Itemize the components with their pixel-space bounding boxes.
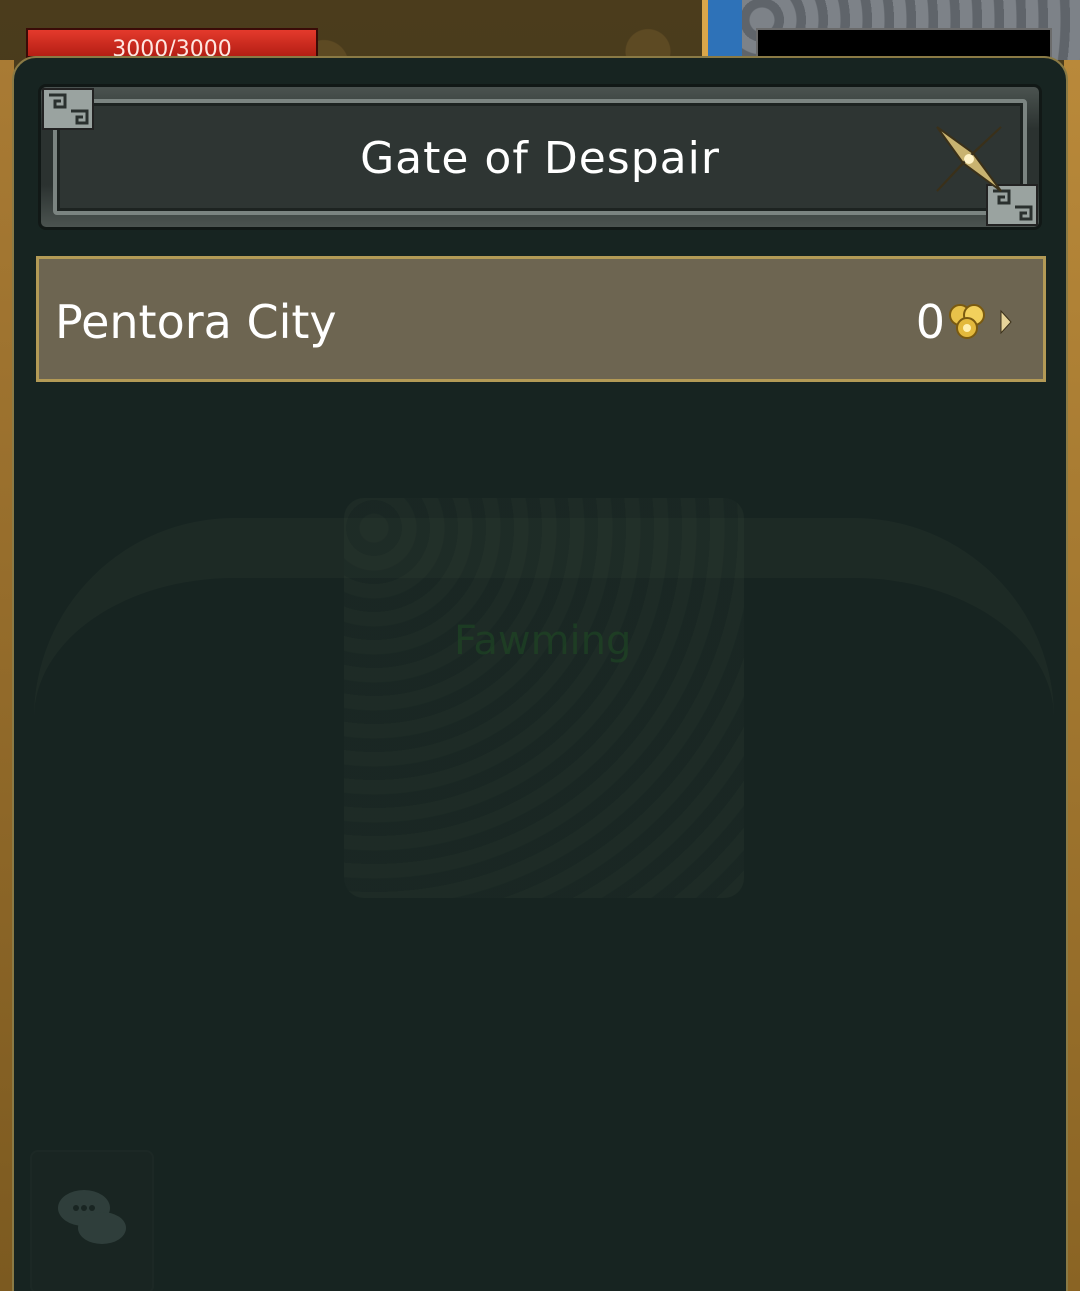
npc-name-label: Fawming: [454, 618, 632, 664]
chat-button[interactable]: [30, 1150, 154, 1291]
chat-bubbles-icon: [58, 1190, 126, 1244]
close-button[interactable]: [933, 123, 1005, 195]
gold-coins-icon: [949, 304, 985, 339]
destination-row-pentora-city[interactable]: Pentora City 0: [36, 256, 1046, 382]
corner-knot-icon: [42, 88, 94, 130]
teleport-dialog: Fawming Gate of Despair Pentora City 0: [12, 56, 1068, 1291]
destination-name: Pentora City: [55, 295, 337, 349]
close-x-icon: [936, 126, 1002, 192]
hp-bar: 3000/3000: [26, 28, 318, 58]
dialog-title: Gate of Despair: [360, 133, 720, 184]
hp-text: 3000/3000: [112, 37, 232, 58]
chevron-right-icon: [1000, 309, 1012, 335]
background-building: [344, 498, 744, 898]
game-screen: 3000/3000 Fawming Gate of Despair Pentor…: [0, 0, 1080, 1291]
dialog-header: Gate of Despair: [38, 84, 1042, 230]
cost-value: 0: [915, 295, 945, 349]
destination-cost: 0: [916, 295, 1013, 349]
